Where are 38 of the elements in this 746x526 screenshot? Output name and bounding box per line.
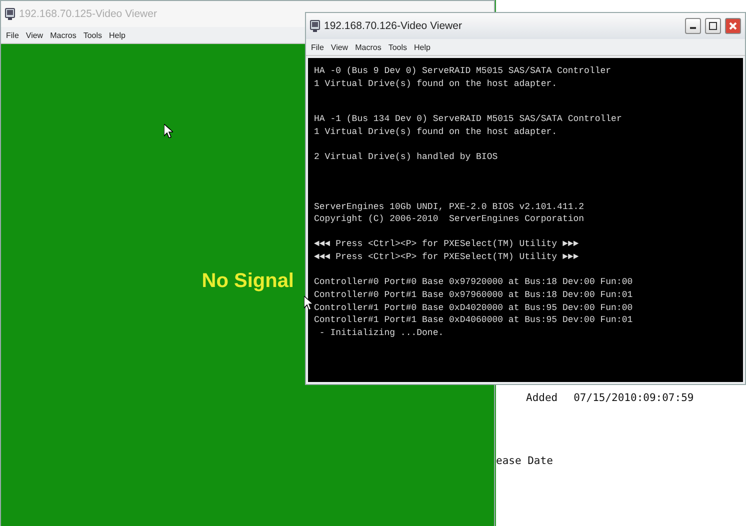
console-line: Controller#1 Port#0 Base 0xD4020000 at Bus:95 Dev:00 Fun:00	[314, 302, 634, 314]
console-line: 1 Virtual Drive(s) found on the host adapter.	[314, 126, 558, 139]
menu-item[interactable]: View	[26, 30, 44, 40]
monitor-icon	[5, 8, 15, 20]
console-line: Copyright (C) 2006-2010 ServerEngines Corporation	[314, 213, 586, 226]
console-line: HA -0 (Bus 9 Dev 0) ServeRAID M5015 SAS/SATA Controller	[314, 65, 612, 78]
menu-item[interactable]: File	[311, 42, 324, 52]
timestamp-text: 07/15/2010:09:07:59	[574, 392, 694, 404]
close-button[interactable]	[725, 18, 741, 34]
maximize-icon	[709, 22, 717, 30]
console-line: Controller#1 Port#1 Base 0xD4060000 at Bus:95 Dev:00 Fun:01	[314, 314, 634, 328]
status-text: Added	[526, 392, 558, 404]
console-line: - Initializing ...Done.	[318, 327, 445, 340]
console-line: ◄◄◄ Press <Ctrl><P> for PXESelect(TM) Utility ►►►	[314, 238, 580, 251]
window-title: 192.168.70.125-Video Viewer	[19, 8, 158, 20]
monitor-icon	[310, 20, 320, 32]
mouse-cursor-icon	[164, 124, 173, 138]
menu-item[interactable]: View	[330, 42, 348, 52]
menu-item[interactable]: Macros	[50, 30, 76, 40]
close-icon	[729, 22, 737, 30]
console-line: HA -1 (Bus 134 Dev 0) ServeRAID M5015 SAS/SATA Controller	[314, 113, 623, 126]
console-line: 2 Virtual Drive(s) handled by BIOS	[314, 150, 499, 164]
menu-item[interactable]: Macros	[355, 42, 382, 52]
menu-item[interactable]: File	[6, 30, 19, 40]
console-line: Controller#0 Port#0 Base 0x97920000 at Bus:18 Dev:00 Fun:00	[314, 276, 634, 290]
console-line: 1 Virtual Drive(s) found on the host adapter.	[314, 78, 558, 90]
maximize-button[interactable]	[705, 18, 721, 34]
column-label: ease Date	[496, 455, 553, 467]
menu-item[interactable]: Tools	[388, 42, 408, 52]
minimize-button[interactable]	[685, 18, 701, 34]
console-line: ServerEngines 10Gb UNDI, PXE-2.0 BIOS v2.101.411.2	[314, 200, 586, 214]
console-line: Controller#0 Port#1 Base 0x97960000 at Bus:18 Dev:00 Fun:01	[314, 289, 634, 302]
menu-item[interactable]: Help	[414, 42, 430, 52]
menu-item[interactable]: Help	[109, 30, 126, 40]
menu-item[interactable]: Tools	[83, 30, 102, 40]
no-signal-message: No Signal	[202, 270, 294, 293]
console-line: ◄◄◄ Press <Ctrl><P> for PXESelect(TM) Utility ►►►	[314, 250, 580, 264]
window-title: 192.168.70.126-Video Viewer	[324, 20, 463, 32]
